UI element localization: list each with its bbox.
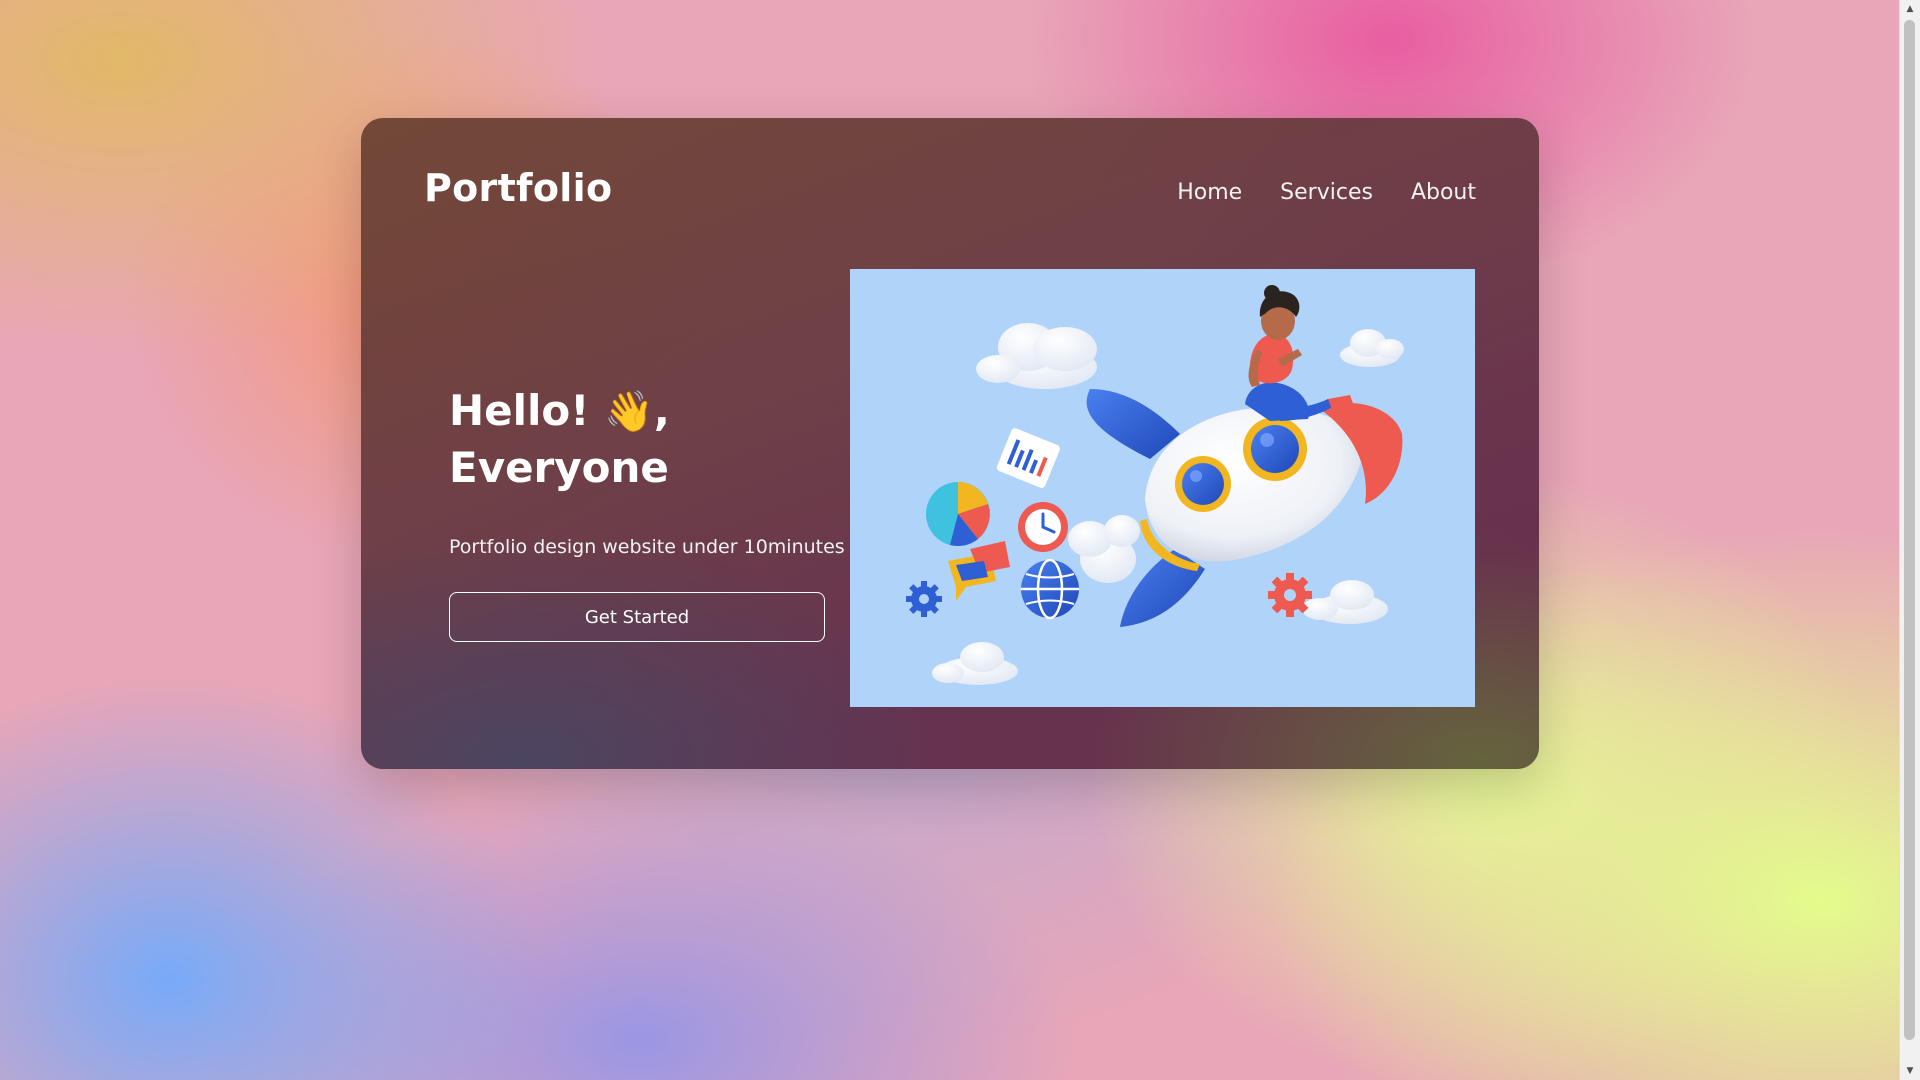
cloud-icon xyxy=(1302,580,1388,624)
rocket-illustration xyxy=(906,285,1404,685)
page-scrollbar[interactable]: ▲ ▼ xyxy=(1899,0,1920,1080)
clock-icon xyxy=(1018,502,1068,552)
hero-text: Hello! 👋, Everyone Portfolio design webs… xyxy=(449,383,845,642)
character-illustration xyxy=(1245,285,1355,421)
document-chart-icon xyxy=(996,428,1060,488)
cloud-icon xyxy=(932,642,1018,685)
cloud-icon xyxy=(1068,515,1140,583)
cloud-icon xyxy=(1340,329,1404,367)
chat-bubble-icon xyxy=(948,541,1010,601)
globe-icon xyxy=(1021,558,1079,620)
hero-subtitle: Portfolio design website under 10minutes xyxy=(449,536,845,558)
hero-title-everyone: Everyone xyxy=(449,443,669,492)
main-nav: Home Services About xyxy=(1177,180,1476,205)
get-started-button[interactable]: Get Started xyxy=(449,592,825,642)
gear-icon xyxy=(1268,573,1312,617)
hero-title-comma: , xyxy=(653,386,670,435)
gear-icon xyxy=(906,581,942,617)
hero-card: Portfolio Home Services About Hello! 👋, … xyxy=(361,118,1539,769)
cloud-icon xyxy=(976,323,1097,389)
hero-illustration xyxy=(850,269,1475,707)
nav-link-home[interactable]: Home xyxy=(1177,180,1242,205)
hero-title-hello: Hello! xyxy=(449,386,590,435)
scroll-thumb[interactable] xyxy=(1904,20,1915,1040)
nav-link-services[interactable]: Services xyxy=(1280,180,1373,205)
pie-chart-icon xyxy=(926,482,990,547)
hero-title: Hello! 👋, Everyone xyxy=(449,383,829,496)
scroll-down-arrow-icon[interactable]: ▼ xyxy=(1900,1062,1920,1080)
nav-link-about[interactable]: About xyxy=(1411,180,1476,205)
logo[interactable]: Portfolio xyxy=(424,166,612,210)
scroll-up-arrow-icon[interactable]: ▲ xyxy=(1900,0,1920,18)
waving-hand-icon: 👋 xyxy=(604,389,654,435)
